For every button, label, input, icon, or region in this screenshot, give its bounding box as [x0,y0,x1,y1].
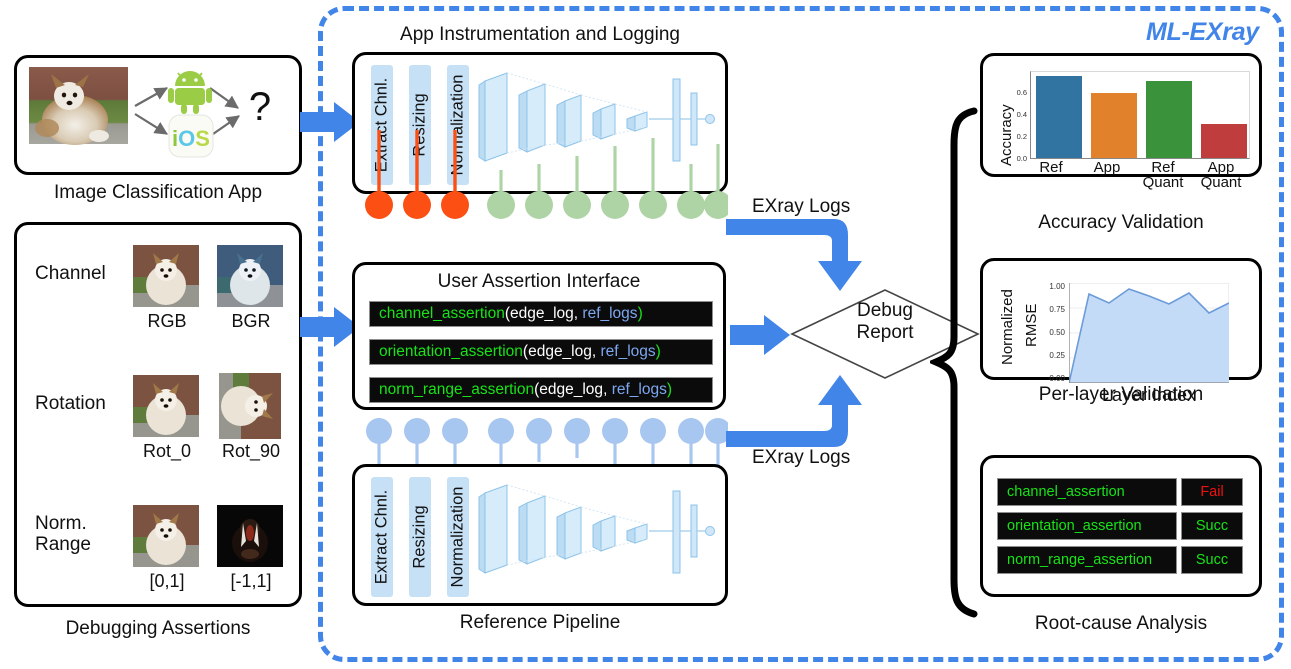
log-taps-app [365,130,728,219]
assertion-arg-ref-logs: ref_logs [582,305,638,322]
dog-photo [29,67,128,145]
assertion-row-label-channel: Channel [35,263,106,284]
root-cause-status-norm-range: Succ [1181,546,1243,574]
ref-stage-label-resizing: Resizing [410,505,429,569]
ios-icon: iOS [168,114,214,158]
ref-stage-extract-chnl: Extract Chnl. [371,477,393,597]
perlayer-ytick-1: 0.25 [1049,351,1065,360]
thumb-bgr [217,245,283,307]
perlayer-ytick-0: 0.00 [1049,374,1065,383]
bar-ref [1036,76,1082,158]
root-cause-analysis-caption: Root-cause Analysis [1034,613,1208,634]
assertion-fn-name: orientation_assertion [379,343,523,360]
perlayer-plot-area [1069,283,1229,383]
assertion-code-channel[interactable]: channel_assertion(edge_log, ref_logs) [369,301,713,327]
root-cause-status-channel: Fail [1181,478,1243,506]
thumb-rot0 [133,375,199,437]
assertion-fn-name: channel_assertion [379,305,505,322]
instrumentation-title: App Instrumentation and Logging [400,24,680,45]
norm-label-line2: Range [35,534,91,556]
perlayer-ytick-4: 1.00 [1049,282,1065,291]
assertion-code-orientation[interactable]: orientation_assertion(edge_log, ref_logs… [369,339,713,365]
root-cause-name-channel: channel_assertion [997,478,1177,506]
flow-arrow-to-debug-report [730,315,790,355]
root-cause-name-orientation: orientation_assertion [997,512,1177,540]
thumb-norm-11 [217,505,283,567]
user-assertion-interface-panel: User Assertion Interface channel_asserti… [352,262,726,410]
ytick-1: 0.2 [1016,132,1027,141]
assertion-arg-ref-logs: ref_logs [611,381,667,398]
question-mark: ? [249,85,271,129]
per-layer-validation-caption: Per-layer Validation [1038,384,1204,405]
ml-exray-logo: ML-EXray [1146,18,1259,46]
root-cause-name-norm-range: norm_range_assertion [997,546,1177,574]
svg-text:iOS: iOS [172,126,210,151]
root-cause-status-orientation: Succ [1181,512,1243,540]
assertion-close-paren: ) [637,305,643,322]
debugging-assertions-panel: Channel RGB BGR Rotation Rot_0 Rot_90 No… [14,222,302,607]
ref-stage-normalization: Normalization [447,477,469,597]
thumb-caption-norm01: [0,1] [149,571,185,591]
xtick-ref-quant: Ref Quant [1142,159,1184,192]
accuracy-plot-area [1030,71,1250,159]
reference-pipeline-title: Reference Pipeline [459,612,621,633]
assertion-row-label-rotation: Rotation [35,393,106,414]
cnn-diagram-reference [478,484,715,574]
assertion-arg-edge-log: edge_log [509,305,574,322]
uai-title: User Assertion Interface [437,271,641,292]
ref-stage-label-normalization: Normalization [448,486,467,588]
thumb-rgb [133,245,199,307]
thumb-caption-rot0: Rot_0 [142,441,192,461]
assertion-arg-edge-log: edge_log [528,343,592,360]
assertion-code-norm-range[interactable]: norm_range_assertion(edge_log, ref_logs) [369,377,713,403]
xtick-app: App [1093,159,1121,176]
ref-stage-resizing: Resizing [409,477,431,597]
perlayer-ytick-2: 0.50 [1049,328,1065,337]
app-panel-graphic: iOS ? [29,67,271,158]
thumb-rot90 [219,373,281,439]
reference-pipeline-panel: Extract Chnl. Resizing Normalization [352,464,728,606]
norm-label-line1: Norm. [35,513,87,534]
assertion-arg-ref-logs: ref_logs [600,343,656,360]
perlayer-y-axis-label-line2: RMSE [1023,303,1040,347]
bar-app-quant [1201,123,1247,158]
root-cause-analysis-panel: channel_assertion Fail orientation_asser… [980,455,1262,597]
bar-app [1091,92,1137,158]
thumb-caption-bgr: BGR [231,311,271,331]
ytick-3: 0.6 [1016,88,1027,97]
exray-logs-label-bottom: EXray Logs [752,447,851,468]
accuracy-validation-caption: Accuracy Validation [1038,212,1204,233]
android-icon [168,71,212,114]
ytick-2: 0.4 [1016,110,1027,119]
assertion-arg-edge-log: edge_log [539,381,604,398]
thumb-caption-norm-11: [-1,1] [230,571,272,591]
perlayer-ytick-3: 0.75 [1049,305,1065,314]
per-layer-validation-panel: Normalized RMSE 0.00 0.25 0.50 0.75 1.00… [980,258,1262,405]
xtick-ref: Ref [1039,159,1063,176]
accuracy-validation-panel: Accuracy 0.0 0.2 0.4 0.6 Ref App Ref Qua… [980,53,1262,191]
perlayer-y-axis-label-line1: Normalized [999,289,1016,365]
bar-ref-quant [1146,81,1192,158]
ref-stage-label-extract-chnl: Extract Chnl. [372,489,391,585]
thumb-caption-rgb: RGB [147,311,187,331]
assertion-row-label-norm: Norm. Range [35,513,91,556]
exray-logs-label-top: EXray Logs [752,196,851,217]
image-classification-app-panel: iOS ? [14,55,302,175]
app-panel-caption: Image Classification App [53,182,263,203]
assertion-fn-name: norm_range_assertion [379,381,535,398]
xtick-app-quant: App Quant [1200,159,1242,192]
assertions-panel-caption: Debugging Assertions [65,618,251,639]
thumb-caption-rot90: Rot_90 [221,441,281,461]
assertion-comma: , [603,381,612,398]
assertion-comma: , [591,343,601,360]
thumb-norm01 [133,505,199,567]
assertion-close-paren: ) [666,381,673,398]
assertion-close-paren: ) [655,343,661,360]
results-brace [930,107,978,618]
